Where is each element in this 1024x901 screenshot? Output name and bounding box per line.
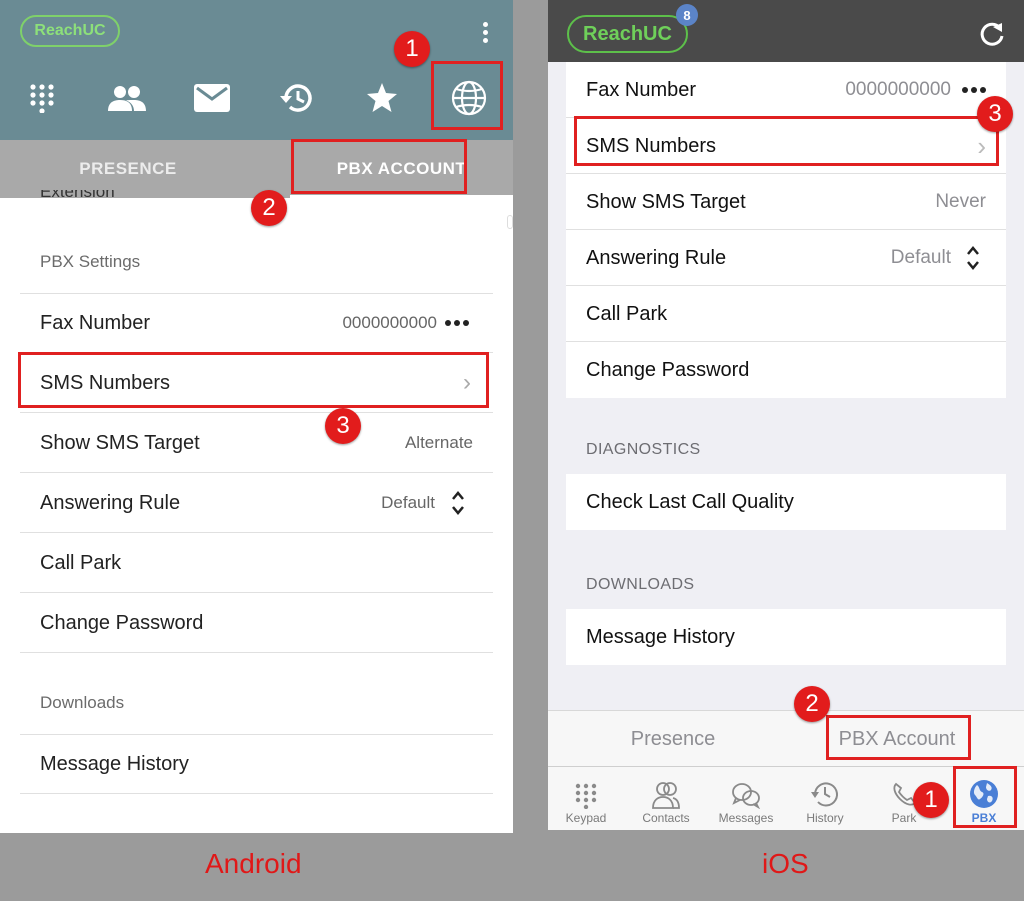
row-change-password[interactable]: Change Password bbox=[20, 593, 493, 653]
row-show-sms-target[interactable]: Show SMS Target Alternate bbox=[20, 413, 493, 473]
notification-badge: 8 bbox=[676, 4, 698, 26]
android-reachuc-logo: ReachUC bbox=[20, 15, 120, 47]
ios-downloads-group: Message History bbox=[566, 609, 1006, 665]
tabbar-messages[interactable]: Messages bbox=[706, 767, 786, 830]
ios-label: iOS bbox=[762, 848, 809, 879]
android-label: Android bbox=[205, 848, 302, 879]
keypad-icon[interactable] bbox=[22, 78, 62, 118]
overflow-menu-icon[interactable] bbox=[480, 22, 490, 46]
ios-reachuc-logo: ReachUC bbox=[567, 15, 688, 53]
extension-row-label: Extension bbox=[40, 190, 115, 198]
check-last-call-quality-label: Check Last Call Quality bbox=[586, 491, 794, 513]
highlight-pbx-tab-android bbox=[291, 139, 467, 194]
callout-1-android: 1 bbox=[394, 31, 430, 67]
show-sms-target-label: Show SMS Target bbox=[586, 191, 746, 213]
fax-number-value: 0000000000 bbox=[342, 313, 437, 332]
active-tab-indicator bbox=[290, 195, 513, 198]
tabbar-contacts-label: Contacts bbox=[642, 811, 690, 825]
callout-1-ios: 1 bbox=[913, 782, 949, 818]
tabbar-history[interactable]: History bbox=[785, 767, 865, 830]
refresh-icon[interactable] bbox=[978, 20, 1006, 48]
contacts-icon bbox=[626, 767, 706, 811]
section-downloads: DOWNLOADS bbox=[586, 576, 695, 593]
show-sms-target-label: Show SMS Target bbox=[40, 432, 200, 454]
call-park-label: Call Park bbox=[586, 303, 668, 325]
answering-rule-value: Default bbox=[381, 493, 435, 512]
row-call-park[interactable]: Call Park bbox=[20, 533, 493, 593]
answering-rule-value: Default bbox=[890, 247, 951, 268]
callout-2-android: 2 bbox=[251, 190, 287, 226]
section-downloads: Downloads bbox=[40, 693, 125, 712]
scroll-indicator bbox=[507, 215, 513, 229]
row-answering-rule[interactable]: Answering Rule Default bbox=[20, 473, 493, 533]
row-show-sms-target[interactable]: Show SMS Target Never bbox=[566, 174, 1006, 230]
messages-icon[interactable] bbox=[192, 78, 232, 118]
ios-pbx-settings-group: Fax Number 0000000000 SMS Numbers › Show… bbox=[566, 62, 1006, 398]
highlight-pbx-tab-ios bbox=[826, 715, 971, 760]
row-call-park[interactable]: Call Park bbox=[566, 286, 1006, 342]
section-diagnostics: DIAGNOSTICS bbox=[586, 441, 701, 458]
keypad-icon bbox=[548, 767, 626, 811]
message-history-label: Message History bbox=[40, 753, 189, 775]
show-sms-target-value: Never bbox=[935, 191, 986, 212]
history-icon[interactable] bbox=[277, 78, 317, 118]
tabbar-keypad-label: Keypad bbox=[565, 811, 607, 825]
show-sms-target-value: Alternate bbox=[404, 433, 473, 452]
callout-3-ios: 3 bbox=[977, 96, 1013, 132]
ios-diagnostics-group: Check Last Call Quality bbox=[566, 474, 1006, 530]
tab-presence[interactable]: Presence bbox=[588, 711, 758, 767]
row-fax-number[interactable]: Fax Number 0000000000 bbox=[20, 293, 493, 353]
fax-number-value: 0000000000 bbox=[845, 79, 951, 100]
row-check-last-call-quality[interactable]: Check Last Call Quality bbox=[566, 474, 1006, 530]
change-password-label: Change Password bbox=[40, 612, 204, 634]
favorites-star-icon[interactable] bbox=[362, 78, 402, 118]
up-down-chevron-icon[interactable] bbox=[966, 244, 980, 277]
messages-icon bbox=[706, 767, 786, 811]
row-message-history[interactable]: Message History bbox=[20, 734, 493, 794]
fax-number-label: Fax Number bbox=[40, 312, 151, 334]
more-options-icon[interactable] bbox=[962, 87, 986, 93]
tabbar-history-label: History bbox=[806, 811, 844, 825]
answering-rule-label: Answering Rule bbox=[586, 247, 727, 269]
up-down-chevron-icon[interactable] bbox=[451, 489, 465, 522]
message-history-label: Message History bbox=[586, 626, 735, 648]
more-options-icon[interactable] bbox=[445, 320, 469, 326]
highlight-pbx-tabbar-ios bbox=[953, 766, 1017, 828]
highlight-sms-android bbox=[18, 352, 489, 408]
contacts-icon[interactable] bbox=[107, 78, 147, 118]
row-change-password[interactable]: Change Password bbox=[566, 342, 1006, 398]
tabbar-contacts[interactable]: Contacts bbox=[626, 767, 706, 830]
callout-3-android: 3 bbox=[325, 408, 361, 444]
fax-number-label: Fax Number bbox=[586, 79, 697, 101]
row-answering-rule[interactable]: Answering Rule Default bbox=[566, 230, 1006, 286]
history-icon bbox=[785, 767, 865, 811]
ios-header: ReachUC 8 bbox=[548, 0, 1024, 62]
highlight-globe-android bbox=[431, 61, 503, 130]
tab-presence[interactable]: PRESENCE bbox=[0, 140, 256, 198]
highlight-sms-ios bbox=[574, 116, 999, 166]
callout-2-ios: 2 bbox=[794, 686, 830, 722]
tabbar-keypad[interactable]: Keypad bbox=[548, 767, 626, 830]
call-park-label: Call Park bbox=[40, 552, 122, 574]
tabbar-messages-label: Messages bbox=[718, 811, 774, 825]
section-pbx-settings: PBX Settings bbox=[40, 252, 141, 271]
row-fax-number[interactable]: Fax Number 0000000000 bbox=[566, 62, 1006, 118]
answering-rule-label: Answering Rule bbox=[40, 492, 181, 514]
row-message-history[interactable]: Message History bbox=[566, 609, 1006, 665]
change-password-label: Change Password bbox=[586, 359, 750, 381]
